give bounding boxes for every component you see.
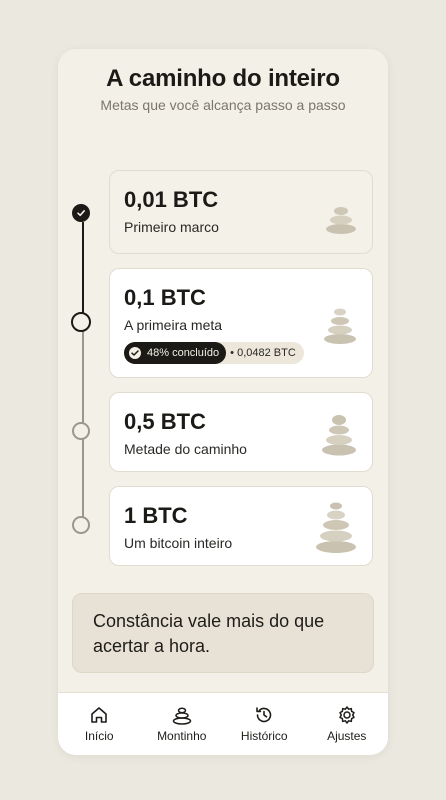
goal-card-3[interactable]: 1 BTC Um bitcoin inteiro bbox=[109, 486, 373, 566]
stones-icon bbox=[326, 207, 356, 234]
bottom-nav: Início Montinho Histórico Ajustes bbox=[58, 692, 388, 755]
progress-label: 48% concluído bbox=[147, 347, 220, 359]
goal-amount: 0,5 BTC bbox=[124, 409, 206, 434]
goal-label: A primeira meta bbox=[124, 317, 223, 333]
goal-card-0[interactable]: 0,01 BTC Primeiro marco bbox=[109, 170, 373, 254]
page-subtitle: Metas que você alcança passo a passo bbox=[100, 97, 346, 113]
nav-item-ajustes[interactable]: Ajustes bbox=[306, 693, 389, 755]
progress-badge: 48% concluído • 0,0482 BTC bbox=[124, 342, 304, 364]
timeline-segment-done bbox=[82, 222, 84, 322]
goal-amount: 1 BTC bbox=[124, 503, 188, 528]
history-icon bbox=[256, 707, 272, 723]
milestone-dot bbox=[72, 516, 90, 534]
goal-label: Metade do caminho bbox=[124, 441, 247, 457]
goal-card-2[interactable]: 0,5 BTC Metade do caminho bbox=[109, 392, 373, 472]
app-screen: A caminho do inteiro Metas que você alca… bbox=[58, 49, 388, 755]
stones-icon bbox=[316, 502, 356, 553]
check-circle-icon bbox=[129, 347, 141, 359]
gear-icon bbox=[339, 706, 355, 724]
nav-label: Ajustes bbox=[327, 729, 367, 743]
nav-label: Montinho bbox=[157, 729, 207, 743]
stones-icon bbox=[324, 308, 356, 344]
goal-label: Primeiro marco bbox=[124, 219, 219, 235]
nav-item-historico[interactable]: Histórico bbox=[223, 693, 306, 755]
milestone-check-icon bbox=[72, 204, 90, 222]
milestone-current-dot bbox=[71, 312, 91, 332]
progress-value: • 0,0482 BTC bbox=[230, 347, 296, 359]
nav-label: Início bbox=[84, 729, 114, 743]
motivational-quote: Constância vale mais do que acertar a ho… bbox=[72, 593, 374, 673]
milestone-dot bbox=[72, 422, 90, 440]
progress-pill: 48% concluído bbox=[124, 342, 227, 364]
goal-amount: 0,1 BTC bbox=[124, 285, 206, 310]
stones-icon bbox=[322, 415, 356, 456]
home-icon bbox=[91, 707, 108, 723]
nav-item-montinho[interactable]: Montinho bbox=[141, 693, 224, 755]
goal-label: Um bitcoin inteiro bbox=[124, 535, 233, 551]
nav-item-inicio[interactable]: Início bbox=[58, 693, 141, 755]
stones-icon bbox=[172, 707, 191, 725]
goal-amount: 0,01 BTC bbox=[124, 187, 219, 212]
goal-card-1[interactable]: 0,1 BTC A primeira meta 48% concluído • … bbox=[109, 268, 373, 378]
page-title: A caminho do inteiro bbox=[106, 65, 340, 92]
nav-label: Histórico bbox=[240, 729, 288, 743]
